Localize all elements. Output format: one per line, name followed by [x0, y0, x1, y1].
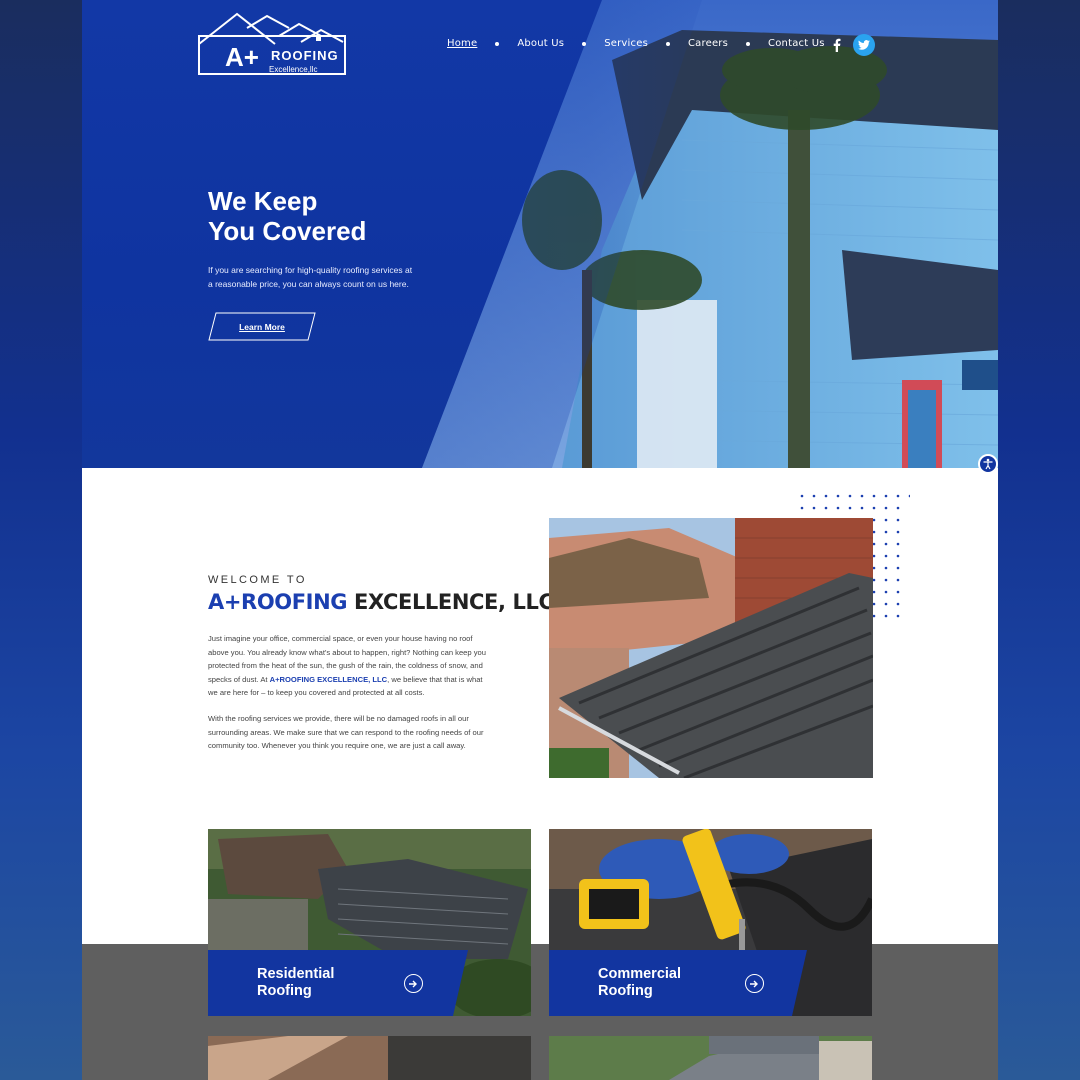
- commercial-roofing-label: Commercial Roofing: [598, 966, 682, 999]
- welcome-title-brand: A+ROOFING: [208, 590, 348, 614]
- nav-careers[interactable]: Careers: [688, 38, 728, 49]
- nav-separator: [582, 41, 587, 46]
- main-nav: Home About Us Services Careers Contact U…: [447, 38, 825, 49]
- welcome-paragraph-1: Just imagine your office, commercial spa…: [208, 632, 490, 700]
- service-card-residential[interactable]: Residential Roofing: [208, 829, 531, 1016]
- page: A+ ROOFING Excellence,llc Home About Us …: [82, 0, 998, 1080]
- welcome-title-rest: EXCELLENCE, LLC: [347, 590, 554, 614]
- logo-word: ROOFING: [271, 48, 339, 63]
- arrow-right-icon[interactable]: [404, 974, 423, 993]
- logo-sub: Excellence,llc: [269, 65, 317, 74]
- service-card-commercial[interactable]: Commercial Roofing: [549, 829, 872, 1016]
- hero-title: We Keep You Covered: [208, 186, 367, 246]
- service-card-4[interactable]: [549, 1036, 872, 1080]
- arrow-right-icon[interactable]: [745, 974, 764, 993]
- roof-tiles-photo: [549, 518, 873, 778]
- logo-main: A+: [225, 42, 259, 72]
- hero-section: A+ ROOFING Excellence,llc Home About Us …: [82, 0, 998, 468]
- learn-more-button[interactable]: Learn More: [208, 312, 316, 341]
- nav-services[interactable]: Services: [604, 38, 648, 49]
- facebook-icon[interactable]: [829, 35, 845, 55]
- twitter-icon[interactable]: [853, 34, 875, 56]
- nav-contact-us[interactable]: Contact Us: [768, 38, 825, 49]
- service-card-3[interactable]: [208, 1036, 531, 1080]
- social-links: [829, 34, 875, 56]
- p1-brand: A+ROOFING EXCELLENCE, LLC: [269, 674, 388, 684]
- welcome-paragraph-2: With the roofing services we provide, th…: [208, 714, 484, 751]
- learn-more-label: Learn More: [239, 321, 285, 332]
- welcome-title: A+ROOFING EXCELLENCE, LLC: [208, 590, 554, 614]
- hero-description: If you are searching for high-quality ro…: [208, 265, 413, 289]
- nav-separator: [495, 41, 500, 46]
- nav-home[interactable]: Home: [447, 38, 477, 49]
- nav-separator: [746, 41, 751, 46]
- welcome-kicker: WELCOME TO: [208, 574, 307, 586]
- service-4-photo: [549, 1036, 872, 1080]
- nav-separator: [666, 41, 670, 46]
- accessibility-icon[interactable]: [978, 454, 998, 474]
- service-3-photo: [208, 1036, 531, 1080]
- residential-roofing-label: Residential Roofing: [257, 966, 335, 999]
- nav-about-us[interactable]: About Us: [517, 38, 564, 49]
- company-logo[interactable]: A+ ROOFING Excellence,llc: [197, 12, 347, 76]
